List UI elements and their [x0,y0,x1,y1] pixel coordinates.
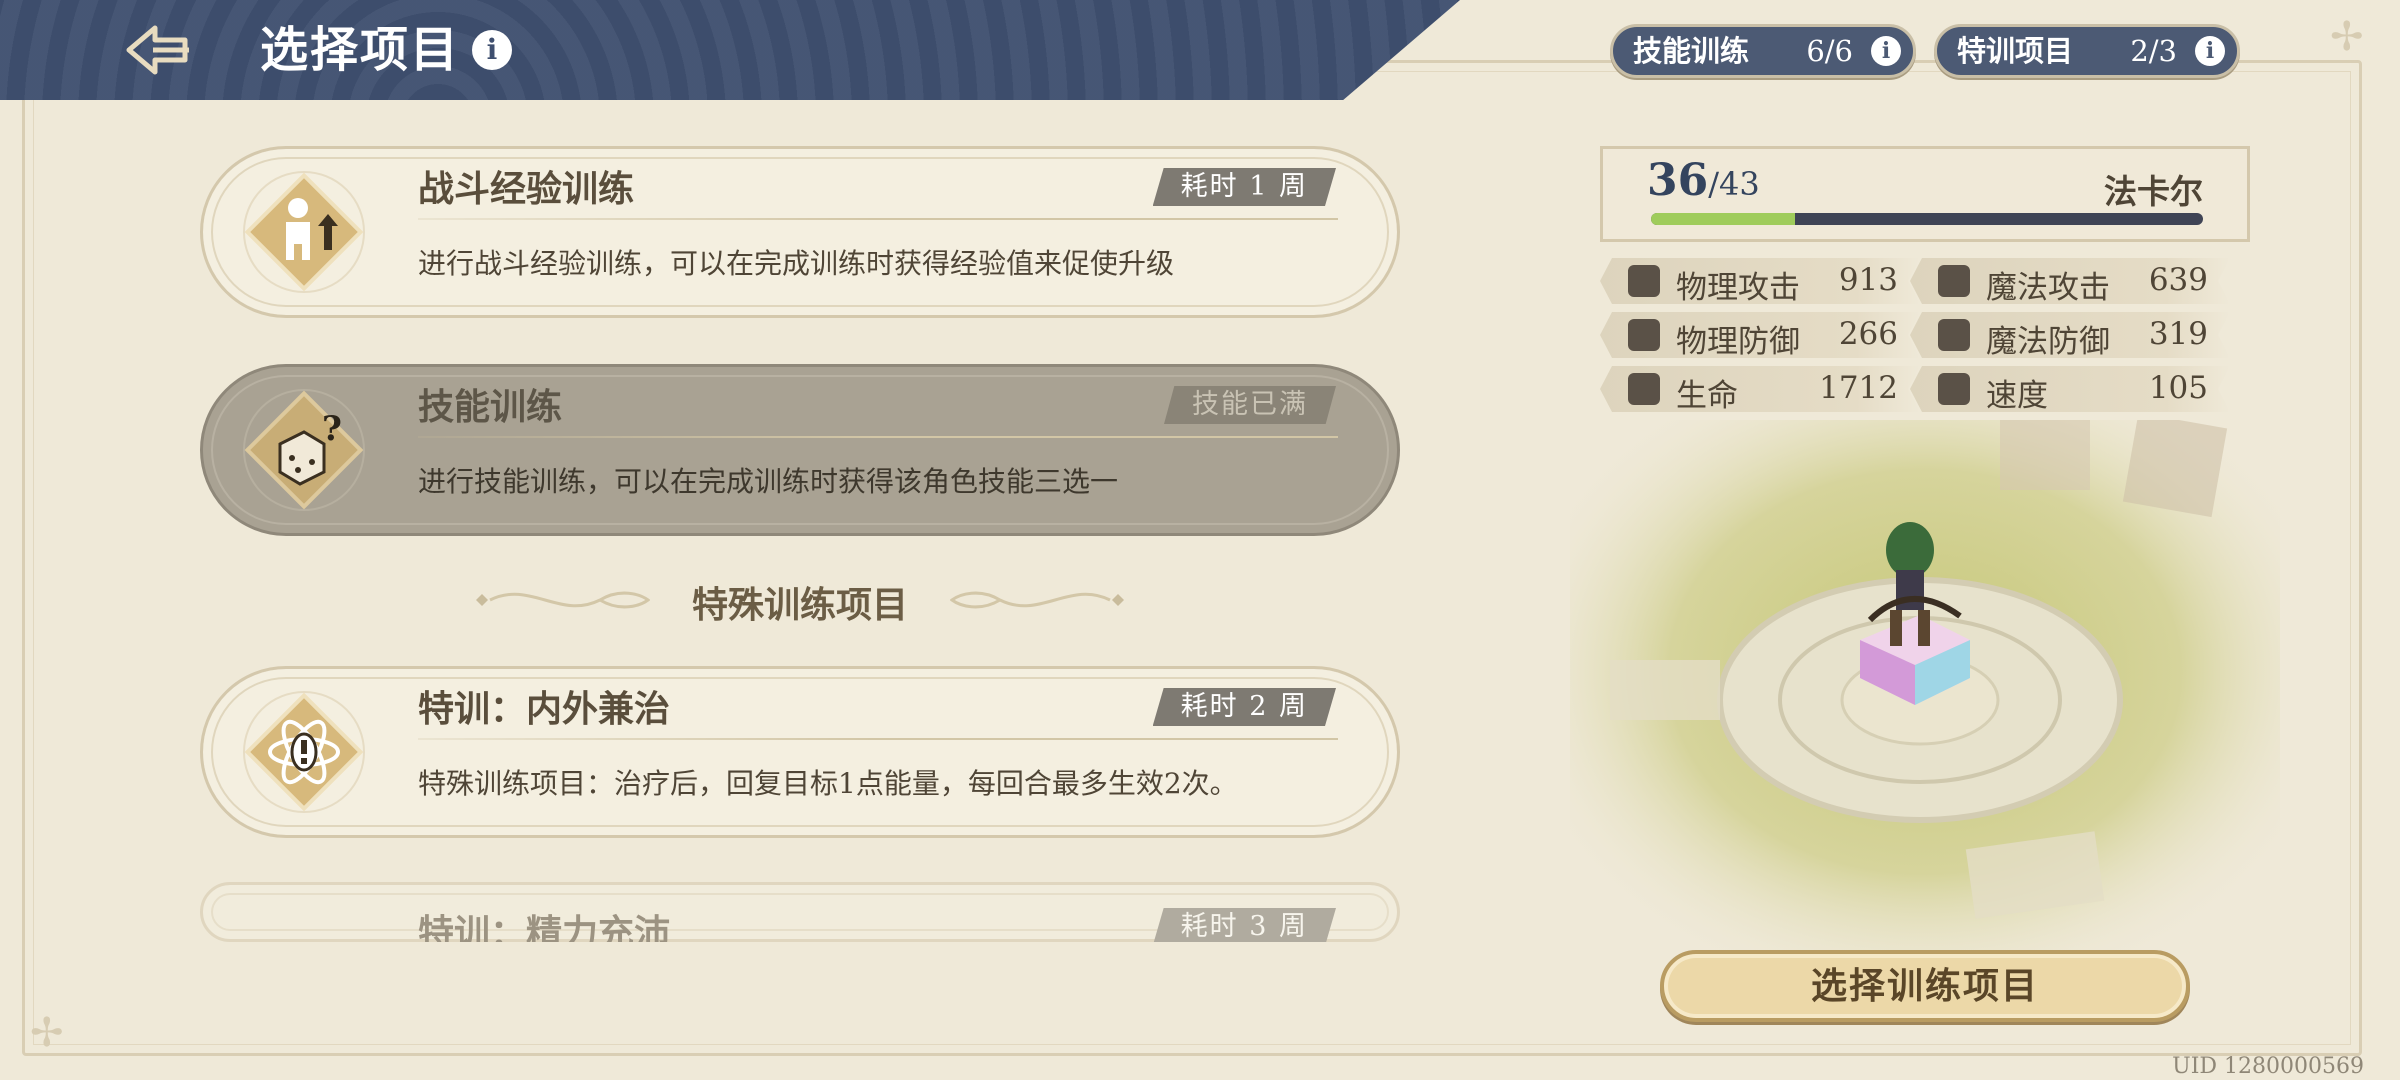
shield-icon [1628,319,1660,351]
level-up-icon [243,171,365,293]
page-title: 选择项目 [260,22,461,78]
info-icon[interactable]: i [472,30,512,70]
divider [418,436,1338,438]
character-name: 法卡尔 [2104,172,2203,211]
duration-tag: 耗时 3 周 [1152,908,1336,942]
stat-magic-defense: 魔法防御 319 [1910,312,2230,358]
special-section-header: 特殊训练项目 [470,570,1130,630]
back-arrow-icon [126,25,189,75]
wing-icon [1938,373,1970,405]
duration-tag: 耗时 1 周 [1152,168,1336,206]
duration-tag: 耗时 2 周 [1152,688,1336,726]
corner-ornament-icon: ✢ [30,1010,64,1056]
level-progress-fill [1651,213,1795,225]
special-training-card-2[interactable]: 特训：精力充沛 耗时 3 周 [200,882,1400,942]
special-training-card-1[interactable]: 特训：内外兼治 耗时 2 周 特殊训练项目：治疗后，回复目标1点能量，每回合最多… [200,666,1400,838]
sword-icon [1628,265,1660,297]
wand-icon [1938,265,1970,297]
skill-training-counter[interactable]: 技能训练 6/6 i [1610,24,1916,78]
counter-value: 2/3 [2130,34,2177,68]
stat-physical-attack: 物理攻击 913 [1600,258,1920,304]
divider [418,738,1338,740]
counter-value: 6/6 [1806,34,1853,68]
training-card-combat[interactable]: 战斗经验训练 耗时 1 周 进行战斗经验训练，可以在完成训练时获得经验值来促使升… [200,146,1400,318]
uid-label: UID 1280000569 [2172,1054,2364,1079]
level-panel: 36/43 法卡尔 [1600,146,2250,242]
dice-question-icon: ? [243,389,365,511]
atom-exclamation-icon [243,691,365,813]
character-scene [1570,420,2280,980]
stat-magic-attack: 魔法攻击 639 [1910,258,2230,304]
stat-label: 物理防御 [1676,324,1800,360]
stat-label: 生命 [1676,378,1738,414]
card-description: 进行战斗经验训练，可以在完成训练时获得经验值来促使升级 [418,247,1175,280]
corner-ornament-icon: ✢ [2330,14,2364,60]
status-tag: 技能已满 [1164,386,1336,424]
training-card-skill[interactable]: ? 技能训练 技能已满 进行技能训练，可以在完成训练时获得该角色技能三选一 [200,364,1400,536]
stat-speed: 速度 105 [1910,366,2230,412]
card-title: 技能训练 [418,386,563,428]
stat-value: 319 [2148,316,2208,352]
card-title: 战斗经验训练 [418,168,635,210]
stat-value: 105 [2148,370,2208,406]
card-description: 进行技能训练，可以在完成训练时获得该角色技能三选一 [418,465,1119,498]
stat-value: 266 [1838,316,1898,352]
stat-label: 物理攻击 [1676,270,1800,306]
stats-panel: 物理攻击 913 魔法攻击 639 物理防御 266 魔法防御 319 生命 1… [1600,258,2250,420]
stat-hp: 生命 1712 [1600,366,1920,412]
special-training-counter[interactable]: 特训项目 2/3 i [1934,24,2240,78]
card-description: 特殊训练项目：治疗后，回复目标1点能量，每回合最多生效2次。 [418,767,1238,800]
stat-value: 913 [1838,262,1898,298]
header-bar [0,0,1460,100]
svg-text:?: ? [322,409,342,449]
counter-label: 技能训练 [1633,34,1750,68]
stat-label: 魔法攻击 [1986,270,2110,306]
stat-label: 速度 [1986,378,2048,414]
select-training-button[interactable]: 选择训练项目 [1660,950,2190,1022]
wizard-hat-icon [1938,319,1970,351]
divider [418,218,1338,220]
info-icon: i [1871,36,1901,66]
back-button[interactable] [125,18,195,82]
card-title: 特训：内外兼治 [418,688,671,730]
info-icon: i [2195,36,2225,66]
ornament-right-icon [950,591,1124,609]
counter-label: 特训项目 [1957,34,2074,68]
card-title: 特训：精力充沛 [418,912,671,942]
level-max: /43 [1708,165,1760,203]
stat-value: 639 [2148,262,2208,298]
level-progress-bar [1651,213,2203,225]
level-current: 36/43 [1647,155,1760,206]
stat-physical-defense: 物理防御 266 [1600,312,1920,358]
stat-value: 1712 [1819,370,1898,406]
heart-icon [1628,373,1660,405]
stat-label: 魔法防御 [1986,324,2110,360]
